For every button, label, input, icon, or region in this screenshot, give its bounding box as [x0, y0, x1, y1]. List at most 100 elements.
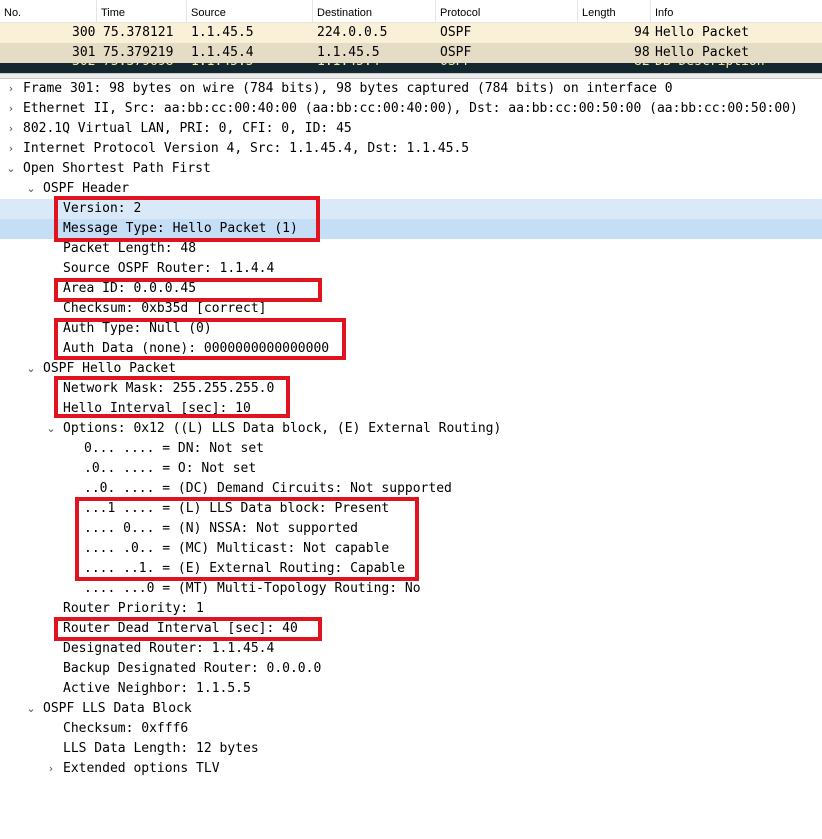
tree-item-area-id[interactable]: Area ID: 0.0.0.45 — [0, 279, 822, 299]
packet-length: 82 — [634, 63, 650, 72]
tree-item-label: Hello Interval [sec]: 10 — [63, 401, 251, 416]
tree-item-label: Open Shortest Path First — [23, 161, 211, 176]
tree-item-ospf[interactable]: ⌄ Open Shortest Path First — [0, 159, 822, 179]
packet-source: 1.1.45.5 — [191, 63, 254, 72]
packet-list-header: No. Time Source Destination Protocol Len… — [0, 0, 822, 23]
tree-item-label: OSPF Header — [43, 181, 130, 196]
tree-item-message-type[interactable]: Message Type: Hello Packet (1) — [0, 219, 822, 239]
column-header-time[interactable]: Time — [97, 0, 187, 22]
packet-protocol: OSPF — [440, 45, 472, 60]
tree-item-option-o[interactable]: .0.. .... = O: Not set — [0, 459, 822, 479]
packet-row-selected[interactable]: 301 75.379219 1.1.45.4 1.1.45.5 OSPF 98 … — [0, 43, 822, 63]
packet-destination: 1.1.45.4 — [317, 63, 380, 72]
tree-item-label: Router Priority: 1 — [63, 601, 204, 616]
packet-no: 300 — [72, 25, 96, 40]
column-header-protocol[interactable]: Protocol — [436, 0, 578, 22]
tree-item-vlan[interactable]: › 802.1Q Virtual LAN, PRI: 0, CFI: 0, ID… — [0, 119, 822, 139]
tree-item-label: .... .0.. = (MC) Multicast: Not capable — [84, 541, 390, 556]
tree-item-network-mask[interactable]: Network Mask: 255.255.255.0 — [0, 379, 822, 399]
tree-item-label: Active Neighbor: 1.1.5.5 — [63, 681, 251, 696]
tree-item-source-router[interactable]: Source OSPF Router: 1.1.4.4 — [0, 259, 822, 279]
expand-arrow-icon[interactable]: › — [5, 139, 17, 159]
collapse-arrow-icon[interactable]: ⌄ — [45, 419, 57, 439]
tree-item-label: Backup Designated Router: 0.0.0.0 — [63, 661, 322, 676]
expand-arrow-icon[interactable]: › — [5, 79, 17, 99]
packet-row[interactable]: 300 75.378121 1.1.45.5 224.0.0.5 OSPF 94… — [0, 23, 822, 43]
tree-item-label: OSPF LLS Data Block — [43, 701, 192, 716]
collapse-arrow-icon[interactable]: ⌄ — [25, 179, 37, 199]
tree-item-label: .... ..1. = (E) External Routing: Capabl… — [84, 561, 405, 576]
column-header-destination[interactable]: Destination — [313, 0, 436, 22]
column-header-length[interactable]: Length — [578, 0, 651, 22]
tree-item-lls-block[interactable]: ⌄ OSPF LLS Data Block — [0, 699, 822, 719]
tree-item-label: Auth Type: Null (0) — [63, 321, 212, 336]
packet-time: 75.379698 — [103, 63, 173, 72]
tree-item-options[interactable]: ⌄ Options: 0x12 ((L) LLS Data block, (E)… — [0, 419, 822, 439]
tree-item-frame[interactable]: › Frame 301: 98 bytes on wire (784 bits)… — [0, 79, 822, 99]
tree-item-router-priority[interactable]: Router Priority: 1 — [0, 599, 822, 619]
packet-length: 98 — [634, 45, 650, 60]
tree-item-label: LLS Data Length: 12 bytes — [63, 741, 259, 756]
tree-item-ospf-header[interactable]: ⌄ OSPF Header — [0, 179, 822, 199]
collapse-arrow-icon[interactable]: ⌄ — [25, 359, 37, 379]
tree-item-label: ...1 .... = (L) LLS Data block: Present — [84, 501, 390, 516]
tree-item-backup-dr[interactable]: Backup Designated Router: 0.0.0.0 — [0, 659, 822, 679]
tree-item-label: Source OSPF Router: 1.1.4.4 — [63, 261, 275, 276]
expand-arrow-icon[interactable]: › — [45, 759, 57, 779]
tree-item-auth-type[interactable]: Auth Type: Null (0) — [0, 319, 822, 339]
packet-row[interactable]: 302 75.379698 1.1.45.5 1.1.45.4 OSPF 82 … — [0, 63, 822, 73]
tree-item-label: Checksum: 0xfff6 — [63, 721, 189, 736]
packet-info: Hello Packet — [655, 45, 749, 60]
tree-item-label: .... ...0 = (MT) Multi-Topology Routing:… — [84, 581, 421, 596]
column-header-no[interactable]: No. — [0, 0, 97, 22]
tree-item-label: Message Type: Hello Packet (1) — [63, 221, 298, 236]
tree-item-designated-router[interactable]: Designated Router: 1.1.45.4 — [0, 639, 822, 659]
collapse-arrow-icon[interactable]: ⌄ — [5, 159, 17, 179]
tree-item-label: Auth Data (none): 0000000000000000 — [63, 341, 330, 356]
tree-item-label: .0.. .... = O: Not set — [84, 461, 257, 476]
tree-item-checksum[interactable]: Checksum: 0xb35d [correct] — [0, 299, 822, 319]
packet-no: 301 — [72, 45, 96, 60]
tree-item-label: Version: 2 — [63, 201, 142, 216]
tree-item-dead-interval[interactable]: Router Dead Interval [sec]: 40 — [0, 619, 822, 639]
collapse-arrow-icon[interactable]: ⌄ — [25, 699, 37, 719]
tree-item-option-mt[interactable]: .... ...0 = (MT) Multi-Topology Routing:… — [0, 579, 822, 599]
tree-item-label: 802.1Q Virtual LAN, PRI: 0, CFI: 0, ID: … — [23, 121, 352, 136]
tree-item-label: Area ID: 0.0.0.45 — [63, 281, 197, 296]
tree-item-option-dc[interactable]: ..0. .... = (DC) Demand Circuits: Not su… — [0, 479, 822, 499]
tree-item-ethernet[interactable]: › Ethernet II, Src: aa:bb:cc:00:40:00 (a… — [0, 99, 822, 119]
expand-arrow-icon[interactable]: › — [5, 119, 17, 139]
packet-protocol: OSPF — [440, 25, 472, 40]
tree-item-label: Router Dead Interval [sec]: 40 — [63, 621, 298, 636]
tree-item-active-neighbor[interactable]: Active Neighbor: 1.1.5.5 — [0, 679, 822, 699]
packet-destination: 224.0.0.5 — [317, 25, 388, 40]
tree-item-option-n[interactable]: .... 0... = (N) NSSA: Not supported — [0, 519, 822, 539]
tree-item-version[interactable]: Version: 2 — [0, 199, 822, 219]
tree-item-option-mc[interactable]: .... .0.. = (MC) Multicast: Not capable — [0, 539, 822, 559]
tree-item-hello-interval[interactable]: Hello Interval [sec]: 10 — [0, 399, 822, 419]
packet-no: 302 — [72, 63, 95, 72]
tree-item-ospf-hello[interactable]: ⌄ OSPF Hello Packet — [0, 359, 822, 379]
packet-source: 1.1.45.4 — [191, 45, 254, 60]
packet-details-tree: › Frame 301: 98 bytes on wire (784 bits)… — [0, 79, 822, 782]
packet-length: 94 — [634, 25, 650, 40]
tree-item-label: Internet Protocol Version 4, Src: 1.1.45… — [23, 141, 470, 156]
tree-item-ipv4[interactable]: › Internet Protocol Version 4, Src: 1.1.… — [0, 139, 822, 159]
packet-info: Hello Packet — [655, 25, 749, 40]
tree-item-lls-length[interactable]: LLS Data Length: 12 bytes — [0, 739, 822, 759]
tree-item-extended-options[interactable]: › Extended options TLV — [0, 759, 822, 779]
tree-item-packet-length[interactable]: Packet Length: 48 — [0, 239, 822, 259]
tree-item-option-e[interactable]: .... ..1. = (E) External Routing: Capabl… — [0, 559, 822, 579]
tree-item-auth-data[interactable]: Auth Data (none): 0000000000000000 — [0, 339, 822, 359]
packet-info: DB Description — [655, 63, 765, 72]
packet-protocol: OSPF — [440, 63, 471, 72]
tree-item-option-l[interactable]: ...1 .... = (L) LLS Data block: Present — [0, 499, 822, 519]
tree-item-label: Options: 0x12 ((L) LLS Data block, (E) E… — [63, 421, 502, 436]
tree-item-label: Ethernet II, Src: aa:bb:cc:00:40:00 (aa:… — [23, 101, 798, 116]
expand-arrow-icon[interactable]: › — [5, 99, 17, 119]
tree-item-option-dn[interactable]: 0... .... = DN: Not set — [0, 439, 822, 459]
tree-item-label: OSPF Hello Packet — [43, 361, 177, 376]
tree-item-lls-checksum[interactable]: Checksum: 0xfff6 — [0, 719, 822, 739]
column-header-info[interactable]: Info — [651, 0, 822, 22]
column-header-source[interactable]: Source — [187, 0, 313, 22]
